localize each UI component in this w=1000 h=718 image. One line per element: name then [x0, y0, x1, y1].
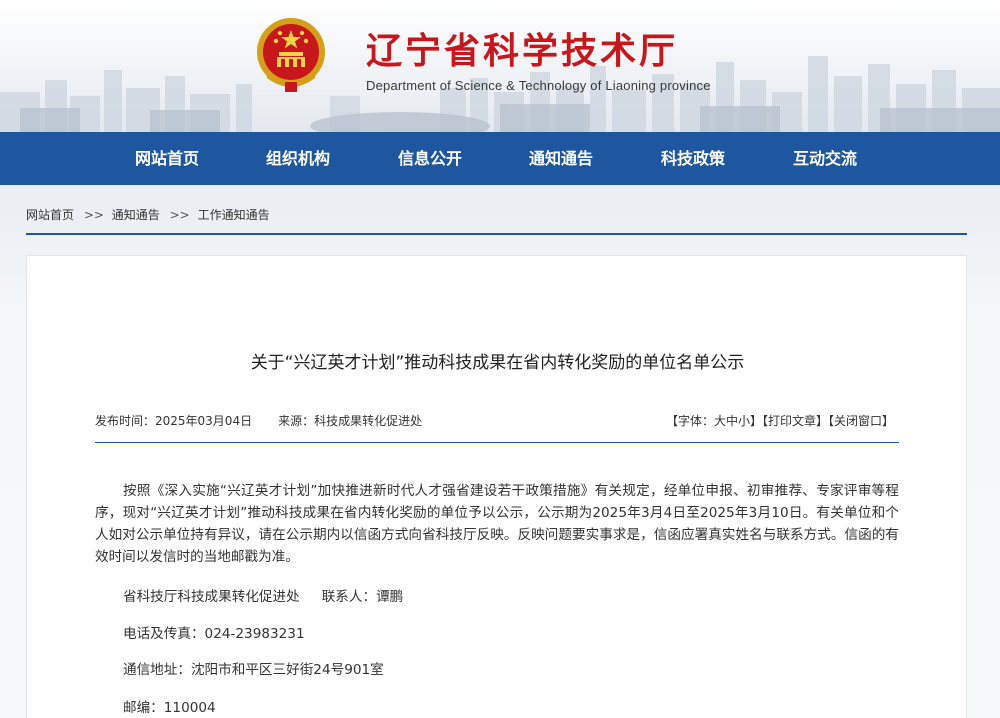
contact-dept: 省科技厅科技成果转化促进处: [123, 589, 300, 605]
article-body: 按照《深入实施“兴辽英才计划”加快推进新时代人才强省建设若干政策措施》有关规定，…: [95, 483, 899, 565]
article-card: 关于“兴辽英才计划”推动科技成果在省内转化奖励的单位名单公示 发布时间：2025…: [26, 255, 967, 718]
print-article-link[interactable]: 【打印文章】: [762, 414, 828, 428]
nav-item-interaction[interactable]: 互动交流: [760, 132, 890, 185]
breadcrumb-notices-link[interactable]: 通知通告: [112, 208, 160, 222]
breadcrumb-work-notices-link[interactable]: 工作通知通告: [198, 208, 270, 222]
mailing-address: 通信地址：沈阳市和平区三好街24号901室: [123, 662, 384, 678]
phone-fax: 电话及传真：024-23983231: [123, 626, 305, 642]
site-subtitle: Department of Science & Technology of Li…: [366, 78, 711, 93]
breadcrumb: 网站首页 >> 通知通告 >> 工作通知通告: [26, 206, 274, 223]
breadcrumb-separator: >>: [169, 208, 190, 222]
postcode: 邮编：110004: [123, 700, 216, 716]
close-window-link[interactable]: 【关闭窗口】: [828, 414, 894, 428]
font-size-control[interactable]: 【字体：大中小】: [666, 414, 762, 428]
site-title: 辽宁省科学技术厅: [366, 31, 679, 72]
article-title: 关于“兴辽英才计划”推动科技成果在省内转化奖励的单位名单公示: [250, 353, 745, 373]
contact-person: 联系人：谭鹏: [321, 589, 404, 605]
nav-item-policy[interactable]: 科技政策: [628, 132, 758, 185]
nav-item-home[interactable]: 网站首页: [102, 132, 232, 185]
national-emblem-icon: [257, 18, 325, 92]
publish-date: 发布时间：2025年03月04日: [95, 414, 253, 428]
breadcrumb-home-link[interactable]: 网站首页: [26, 208, 74, 222]
article-tools: 【字体：大中小】【打印文章】【关闭窗口】: [666, 412, 894, 429]
nav-item-notices[interactable]: 通知通告: [496, 132, 626, 185]
meta-divider: [95, 442, 899, 443]
contact-line: 省科技厅科技成果转化促进处 联系人：谭鹏: [123, 585, 403, 605]
article-meta: 发布时间：2025年03月04日 来源：科技成果转化促进处: [95, 412, 422, 429]
article-source: 来源：科技成果转化促进处: [278, 414, 423, 428]
nav-item-organization[interactable]: 组织机构: [233, 132, 363, 185]
header-banner: 辽宁省科学技术厅 Department of Science & Technol…: [0, 0, 1000, 132]
nav-item-info-disclosure[interactable]: 信息公开: [365, 132, 495, 185]
main-nav: 网站首页 组织机构 信息公开 通知通告 科技政策 互动交流: [0, 132, 1000, 185]
breadcrumb-divider: [26, 233, 967, 235]
breadcrumb-separator: >>: [83, 208, 104, 222]
